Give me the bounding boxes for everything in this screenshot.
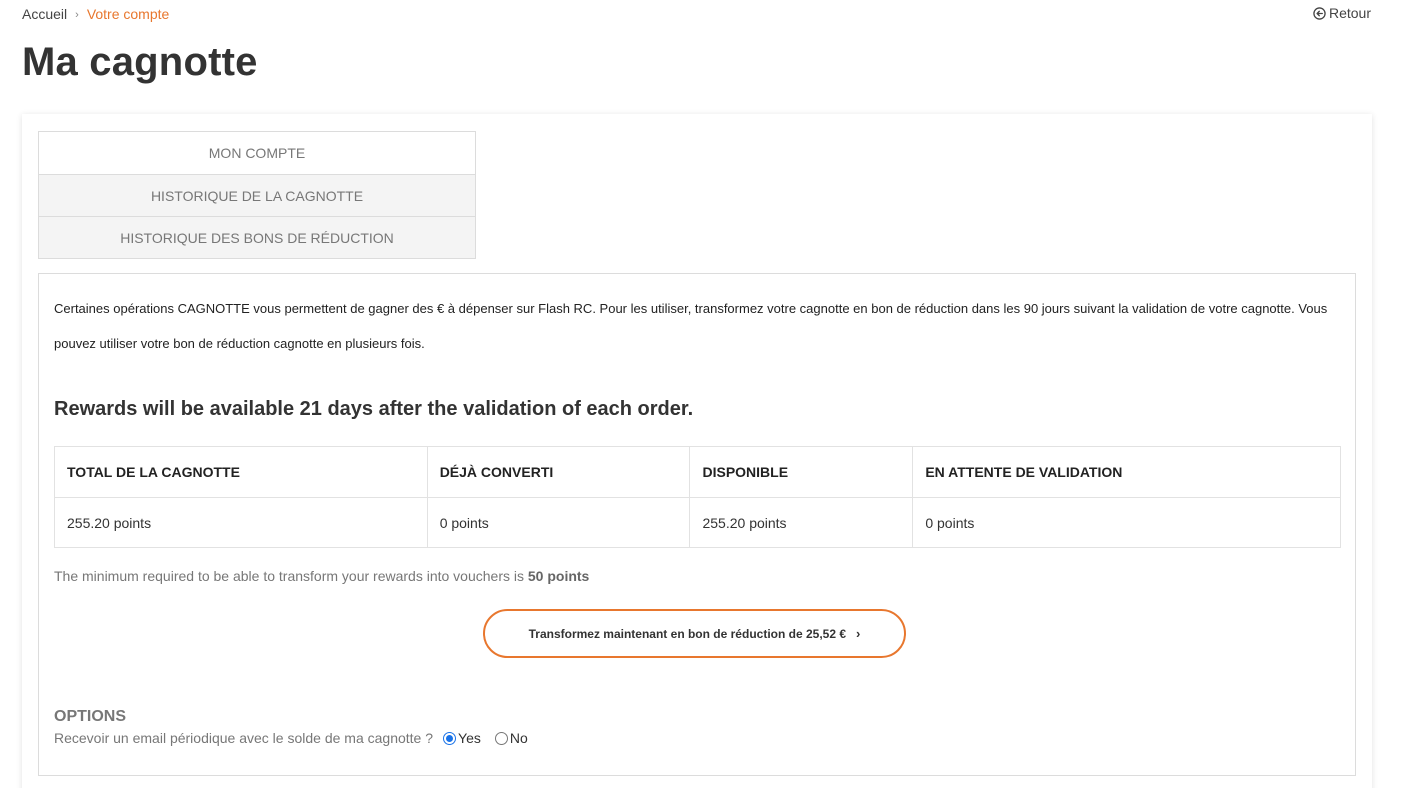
cell-converted: 0 points — [426, 497, 691, 548]
convert-button-label: Transformez maintenant en bon de réducti… — [528, 626, 847, 641]
table-header-row: TOTAL DE LA CAGNOTTE DÉJÀ CONVERTI DISPO… — [54, 446, 1341, 498]
balance-table: TOTAL DE LA CAGNOTTE DÉJÀ CONVERTI DISPO… — [54, 446, 1341, 548]
rewards-note: Rewards will be available 21 days after … — [54, 398, 694, 420]
tab-historique-bons[interactable]: HISTORIQUE DES BONS DE RÉDUCTION — [39, 216, 475, 258]
radio-yes[interactable]: Yes — [443, 730, 481, 746]
header-converted: DÉJÀ CONVERTI — [426, 446, 691, 498]
convert-voucher-button[interactable]: Transformez maintenant en bon de réducti… — [483, 609, 906, 658]
breadcrumb-home-link[interactable]: Accueil — [22, 6, 67, 22]
tab-mon-compte[interactable]: MON COMPTE — [39, 132, 475, 174]
intro-text: Certaines opérations CAGNOTTE vous perme… — [54, 301, 1328, 351]
breadcrumb-current: Votre compte — [86, 6, 170, 22]
radio-no-label: No — [509, 730, 528, 746]
chevron-right-icon: › — [856, 626, 861, 641]
tab-historique-cagnotte[interactable]: HISTORIQUE DE LA CAGNOTTE — [39, 174, 475, 216]
email-option-row: Recevoir un email périodique avec le sol… — [54, 730, 528, 746]
page-title: Ma cagnotte — [22, 40, 258, 84]
options-title: OPTIONS — [54, 708, 127, 725]
table-row: 255.20 points 0 points 255.20 points 0 p… — [54, 497, 1341, 548]
header-pending: EN ATTENTE DE VALIDATION — [912, 446, 1341, 498]
cell-pending: 0 points — [912, 497, 1341, 548]
back-link[interactable]: Retour — [1313, 5, 1371, 21]
header-total: TOTAL DE LA CAGNOTTE — [54, 446, 428, 498]
cell-total: 255.20 points — [54, 497, 428, 548]
breadcrumb-separator: › — [75, 9, 79, 21]
account-tabs: MON COMPTE HISTORIQUE DE LA CAGNOTTE HIS… — [38, 131, 476, 259]
radio-yes-dot[interactable] — [443, 731, 457, 745]
cagnotte-panel: Certaines opérations CAGNOTTE vous perme… — [38, 273, 1356, 776]
radio-no[interactable]: No — [494, 730, 528, 746]
minimum-value: 50 points — [527, 568, 590, 584]
radio-yes-label: Yes — [458, 730, 481, 746]
minimum-text: The minimum required to be able to trans… — [54, 568, 589, 584]
cell-available: 255.20 points — [689, 497, 914, 548]
radio-no-dot[interactable] — [494, 731, 508, 745]
arrow-left-circle-icon — [1313, 6, 1326, 20]
breadcrumb: Accueil › Votre compte — [22, 6, 169, 22]
header-available: DISPONIBLE — [689, 446, 914, 498]
back-label: Retour — [1328, 5, 1371, 21]
email-option-question: Recevoir un email périodique avec le sol… — [54, 730, 434, 746]
account-card: MON COMPTE HISTORIQUE DE LA CAGNOTTE HIS… — [22, 114, 1372, 788]
minimum-label: The minimum required to be able to trans… — [54, 568, 524, 584]
